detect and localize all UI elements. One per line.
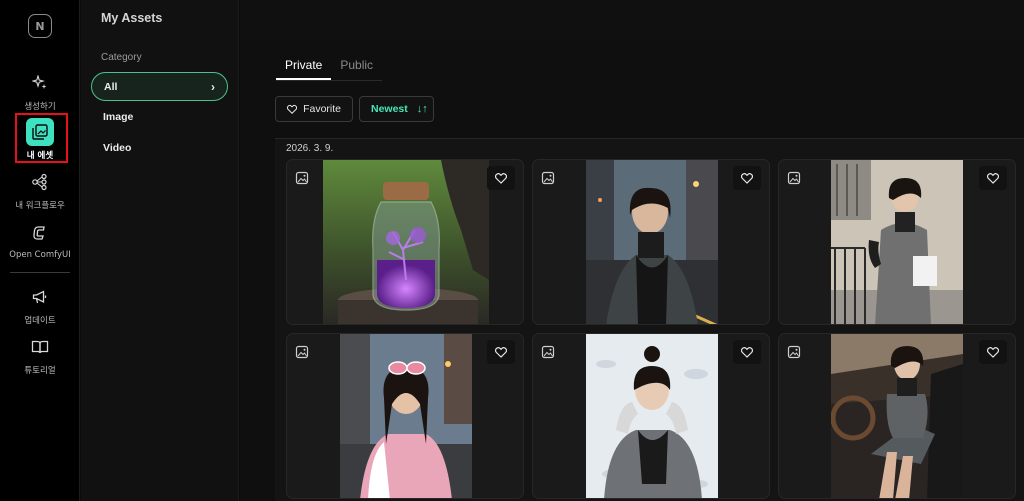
favorite-toggle[interactable] <box>733 166 761 190</box>
main-content: Private Public Favorite Newest ↓↑ 2026. … <box>240 0 1024 501</box>
workflow-icon <box>29 171 51 193</box>
favorite-filter-button[interactable]: Favorite <box>275 96 353 122</box>
asset-thumbnail-jar <box>323 160 489 324</box>
heart-icon <box>495 346 507 358</box>
category-item-image[interactable]: Image <box>91 102 228 131</box>
rail-item-label: Open ComfyUI <box>9 250 71 260</box>
heart-icon <box>741 172 753 184</box>
asset-card[interactable] <box>778 159 1016 325</box>
favorite-label: Favorite <box>303 103 341 115</box>
tab-private[interactable]: Private <box>276 58 332 80</box>
book-icon <box>29 336 51 358</box>
rail-item-my-workflow[interactable]: 내 워크플로우 <box>0 171 80 211</box>
left-rail: N 생성하기 내 에셋 내 워크플로우 Open ComfyUI 업데이트 튜토… <box>0 0 80 501</box>
heart-icon <box>987 346 999 358</box>
asset-thumbnail-snow-girl <box>586 334 718 498</box>
favorite-toggle[interactable] <box>979 340 1007 364</box>
favorite-toggle[interactable] <box>487 166 515 190</box>
sort-label: Newest <box>371 103 408 115</box>
category-item-label: Image <box>103 110 134 123</box>
asset-thumbnail-street-girl <box>586 160 718 324</box>
rail-item-updates[interactable]: 업데이트 <box>0 286 80 326</box>
page-title: My Assets <box>101 11 163 25</box>
rail-item-tutorial[interactable]: 튜토리얼 <box>0 336 80 376</box>
heart-icon <box>741 346 753 358</box>
category-panel: My Assets Category All › Image Video <box>81 0 239 501</box>
rail-item-label: 내 워크플로우 <box>15 201 65 211</box>
image-type-icon <box>295 171 309 185</box>
rail-item-generate[interactable]: 생성하기 <box>0 72 80 112</box>
image-type-icon <box>295 345 309 359</box>
app-logo[interactable]: N <box>28 14 52 38</box>
selection-highlight <box>15 113 68 163</box>
asset-thumbnail-car-girl <box>831 334 963 498</box>
category-item-label: All <box>104 80 118 93</box>
top-band <box>240 0 1024 40</box>
category-item-label: Video <box>103 141 132 154</box>
rail-item-open-comfyui[interactable]: Open ComfyUI <box>0 222 80 260</box>
rail-item-label: 튜토리얼 <box>24 366 56 376</box>
heart-icon <box>987 172 999 184</box>
category-item-video[interactable]: Video <box>91 133 228 162</box>
visibility-tabs: Private Public <box>276 58 383 81</box>
chevron-right-icon: › <box>211 80 215 94</box>
megaphone-icon <box>29 286 51 308</box>
asset-card[interactable] <box>286 159 524 325</box>
heart-icon <box>495 172 507 184</box>
comfyui-icon <box>29 222 51 244</box>
date-group-heading: 2026. 3. 9. <box>286 143 334 154</box>
image-type-icon <box>541 171 555 185</box>
sort-order-icon: ↓↑ <box>416 103 428 115</box>
image-type-icon <box>541 345 555 359</box>
sparkles-icon <box>29 72 51 94</box>
asset-thumbnail-pink-girl <box>340 334 472 498</box>
category-heading: Category <box>101 52 142 63</box>
asset-thumbnail-wall-girl <box>831 160 963 324</box>
heart-icon <box>287 104 298 114</box>
sort-button[interactable]: Newest ↓↑ <box>359 96 434 122</box>
asset-card[interactable] <box>778 333 1016 499</box>
rail-item-label: 업데이트 <box>24 316 56 326</box>
asset-gallery: 2026. 3. 9. <box>275 138 1024 501</box>
asset-card[interactable] <box>532 333 770 499</box>
image-type-icon <box>787 171 801 185</box>
favorite-toggle[interactable] <box>487 340 515 364</box>
favorite-toggle[interactable] <box>733 340 761 364</box>
asset-card[interactable] <box>532 159 770 325</box>
asset-card[interactable] <box>286 333 524 499</box>
rail-item-label: 생성하기 <box>24 102 56 112</box>
rail-divider <box>10 272 70 273</box>
image-type-icon <box>787 345 801 359</box>
category-item-all[interactable]: All › <box>91 72 228 101</box>
tab-public[interactable]: Public <box>331 58 382 80</box>
favorite-toggle[interactable] <box>979 166 1007 190</box>
